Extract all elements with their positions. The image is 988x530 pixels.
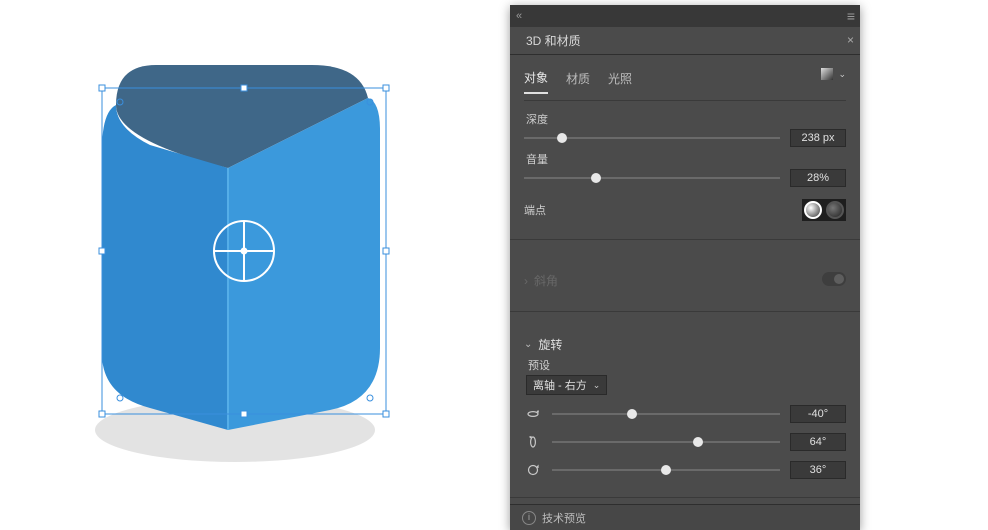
panel-title-row: 3D 和材质 × [510, 27, 860, 55]
preset-label: 预设 [526, 357, 846, 373]
panel-title: 3D 和材质 [516, 26, 591, 55]
rotate-x-value-input[interactable]: -40° [790, 405, 846, 423]
3d-materials-panel: « ≡ 3D 和材质 × 对象 材质 光照 ⌄ 深度 [510, 5, 860, 530]
rotate-z-value-input[interactable]: 36° [790, 461, 846, 479]
rotate-y-slider[interactable] [552, 435, 780, 449]
viewport-canvas[interactable] [0, 0, 510, 524]
panel-collapse-icon[interactable]: « [510, 10, 528, 22]
rotate-z-slider[interactable] [552, 463, 780, 477]
gradient-icon [820, 67, 834, 81]
bevel-label: 斜角 [534, 272, 558, 289]
rotation-gizmo[interactable] [214, 221, 274, 281]
bevel-toggle[interactable] [822, 272, 846, 286]
rotate-z-icon [524, 461, 542, 479]
divider [510, 497, 860, 498]
panel-menu-icon[interactable]: ≡ [842, 8, 860, 24]
endpoint-cap-option-a[interactable] [804, 201, 822, 219]
divider [510, 239, 860, 240]
rotate-y-value-input[interactable]: 64° [790, 433, 846, 451]
chevron-down-icon: ⌄ [524, 339, 532, 350]
rotate-x-slider[interactable] [552, 407, 780, 421]
rotate-y-icon [524, 433, 542, 451]
rotation-preset-value: 离轴 - 右方 [533, 377, 587, 393]
panel-footer: i 技术预览 [510, 504, 860, 530]
chevron-down-icon: ⌄ [593, 380, 601, 391]
info-icon[interactable]: i [522, 511, 536, 525]
rotate-x-icon [524, 405, 542, 423]
chevron-right-icon [524, 274, 528, 288]
endpoint-label: 端点 [524, 202, 546, 218]
tab-options-icon[interactable]: ⌄ [820, 67, 846, 81]
endpoint-cap-option-b[interactable] [826, 201, 844, 219]
depth-label: 深度 [524, 111, 846, 127]
panel-header-bar: « ≡ [510, 5, 860, 27]
rotation-group-header[interactable]: ⌄ 旋转 [524, 328, 846, 357]
rotation-label: 旋转 [538, 336, 562, 353]
panel-close-icon[interactable]: × [847, 33, 854, 47]
divider [510, 311, 860, 312]
depth-slider[interactable] [524, 131, 780, 145]
rotation-preset-dropdown[interactable]: 离轴 - 右方 ⌄ [526, 375, 607, 395]
footer-text: 技术预览 [542, 510, 586, 526]
volume-value-input[interactable]: 28% [790, 169, 846, 187]
tab-lighting[interactable]: 光照 [608, 70, 632, 93]
depth-value-input[interactable]: 238 px [790, 129, 846, 147]
bevel-group-header[interactable]: 斜角 [524, 264, 558, 293]
tab-material[interactable]: 材质 [566, 70, 590, 93]
panel-subtabs: 对象 材质 光照 ⌄ [524, 61, 846, 101]
volume-label: 音量 [524, 151, 846, 167]
volume-slider[interactable] [524, 171, 780, 185]
tab-object[interactable]: 对象 [524, 69, 548, 94]
